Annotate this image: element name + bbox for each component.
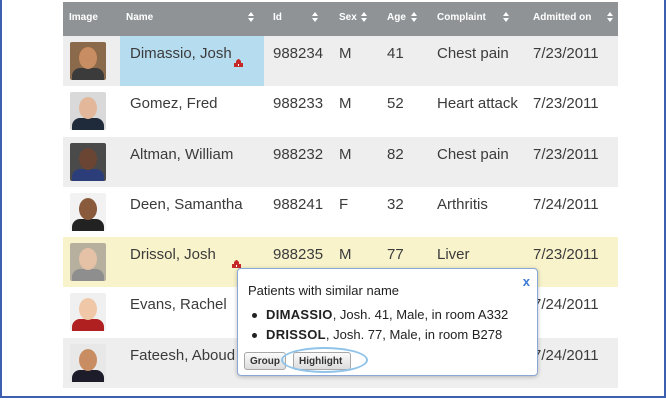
column-header-admitted[interactable]: Admitted on [527,2,618,36]
similar-names-popup: Patients with similar name x DIMASSIO, J… [237,268,538,376]
patient-surname: DRISSOL [266,327,326,342]
column-header-id[interactable]: Id [267,2,333,36]
image-cell [63,338,120,388]
age-cell: 82 [387,145,404,163]
admitted-cell: 7/23/2011 [533,95,599,113]
photo-head [79,97,97,120]
image-cell [63,137,120,187]
image-cell [63,187,120,237]
admitted-cell: 7/24/2011 [533,346,599,364]
name-cell[interactable]: Altman, William [120,137,264,187]
photo-body [72,218,104,231]
highlight-button[interactable]: Highlight [293,352,351,370]
sex-cell: M [339,45,352,62]
column-label: Complaint [437,12,486,23]
name-cell[interactable]: Deen, Samantha [120,187,264,237]
patient-surname: DIMASSIO [266,307,333,322]
close-icon[interactable]: x [523,274,530,289]
table-row[interactable]: Deen, Samantha 988241 F 32 Arthritis 7/24/201… [63,186,618,238]
sex-cell: M [339,145,352,163]
admitted-cell: 7/23/2011 [533,145,599,163]
column-header-age[interactable]: Age [381,2,429,36]
image-cell [63,36,120,86]
photo-head [79,248,97,271]
column-label: Admitted on [533,12,592,23]
age-cell: 52 [387,95,404,113]
similar-name-warning-icon[interactable] [233,59,244,68]
popup-title: Patients with similar name [248,283,399,298]
column-header-image: Image [63,2,120,36]
age-cell: 32 [387,195,404,213]
sort-icon[interactable] [607,12,613,23]
photo-body [72,168,104,181]
image-cell [63,287,120,337]
sex-cell: M [339,95,352,113]
column-label: Image [69,12,98,23]
table-row[interactable]: Gomez, Fred 988233 M 52 Heart attack 7/23/201… [63,86,618,137]
id-cell: 988241 [273,195,324,213]
image-cell [63,237,120,287]
app-frame: Image Name Id Sex Age Complaint Admitted… [0,0,666,398]
admitted-cell: 7/24/2011 [533,296,599,314]
patient-photo [70,42,106,80]
sort-icon[interactable] [361,12,367,23]
photo-body [72,269,104,282]
photo-head [79,147,97,170]
complaint-cell: Heart attack [437,95,518,113]
patient-photo [70,92,106,131]
complaint-cell: Chest pain [437,45,509,62]
admitted-cell: 7/24/2011 [533,195,599,213]
column-header-complaint[interactable]: Complaint [431,2,527,36]
list-item[interactable]: DRISSOL, Josh. 77, Male, in room B278 [248,325,508,345]
complaint-cell: Chest pain [437,145,509,163]
sort-icon[interactable] [312,12,318,23]
id-cell: 988232 [273,145,324,163]
column-header-name[interactable]: Name [120,2,264,36]
table-row[interactable]: Dimassio, Josh 988234 M 41 Chest pain 7/23/20… [63,36,618,87]
id-cell: 988233 [273,95,324,113]
photo-head [79,298,97,321]
patient-photo [70,343,106,382]
column-label: Sex [339,12,357,23]
photo-head [79,47,97,69]
sort-icon[interactable] [503,12,509,23]
sort-icon[interactable] [411,12,417,23]
complaint-cell: Arthritis [437,195,488,213]
table-row[interactable]: Altman, William 988232 M 82 Chest pain 7/23/2… [63,136,618,187]
photo-head [79,197,97,220]
patient-detail: , Josh. 77, Male, in room B278 [325,327,503,342]
sex-cell: F [339,195,349,213]
image-cell [63,86,120,136]
photo-body [72,319,104,332]
column-header-sex[interactable]: Sex [333,2,381,36]
patient-photo [70,192,106,231]
group-button[interactable]: Group [244,352,286,370]
photo-head [79,348,97,371]
admitted-cell: 7/23/2011 [533,246,599,264]
patient-detail: , Josh. 41, Male, in room A332 [332,307,509,322]
column-label: Age [387,12,406,23]
admitted-cell: 7/23/2011 [533,45,599,62]
list-item[interactable]: DIMASSIO, Josh. 41, Male, in room A332 [248,305,508,325]
similar-patient-list: DIMASSIO, Josh. 41, Male, in room A332 D… [248,305,508,345]
age-cell: 41 [387,45,404,62]
table-header: Image Name Id Sex Age Complaint Admitted… [63,2,618,36]
photo-body [72,118,104,131]
column-label: Id [273,12,282,23]
patient-photo [70,142,106,181]
sort-icon[interactable] [248,12,254,23]
name-cell[interactable]: Gomez, Fred [120,86,264,136]
photo-body [72,369,104,382]
patient-photo [70,293,106,332]
patient-photo [70,243,106,282]
column-label: Name [126,12,154,23]
photo-body [72,68,104,80]
id-cell: 988234 [273,45,324,62]
